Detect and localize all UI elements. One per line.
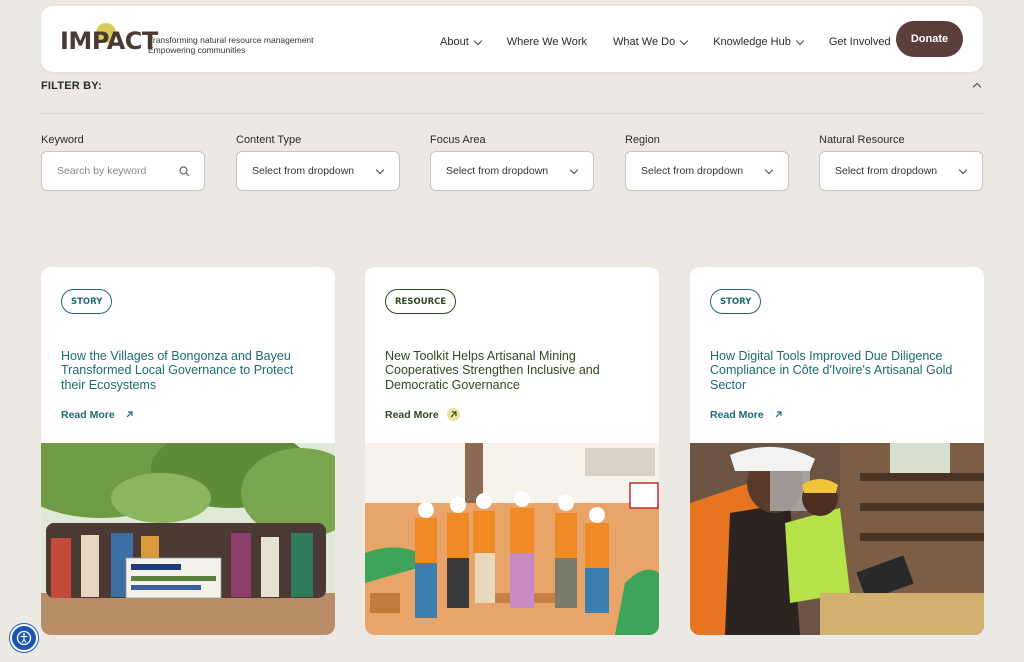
card-title[interactable]: New Toolkit Helps Artisanal Mining Coope…	[385, 349, 645, 392]
content-type-badge: STORY	[61, 289, 113, 314]
tagline-line-1: Transforming natural resource management	[148, 35, 314, 45]
natural-resource-label: Natural Resource	[819, 134, 905, 146]
content-card[interactable]: RESOURCE New Toolkit Helps Artisanal Min…	[365, 267, 659, 635]
read-more-link[interactable]: Read More	[385, 408, 460, 421]
logo-wordmark: IMPACT	[60, 23, 158, 55]
arrow-up-right-icon	[123, 408, 136, 421]
tagline-line-2: Empowering communities	[148, 45, 246, 55]
logo[interactable]: IMPACT	[60, 23, 158, 56]
tagline: Transforming natural resource management…	[148, 35, 314, 55]
content-type-badge: RESOURCE	[385, 289, 457, 314]
nav-item-about[interactable]: About	[440, 36, 482, 48]
read-more-link[interactable]: Read More	[710, 408, 785, 421]
chevron-down-icon	[958, 165, 968, 175]
content-type-select[interactable]: Select from dropdown	[236, 151, 400, 191]
card-image-miners-illustration	[365, 443, 659, 635]
search-input[interactable]: Search by keyword	[41, 151, 205, 191]
chevron-up-icon[interactable]	[972, 82, 982, 92]
donate-button[interactable]: Donate	[896, 21, 963, 57]
region-label: Region	[625, 134, 660, 146]
content-type-badge: STORY	[710, 289, 762, 314]
content-card[interactable]: STORY How the Villages of Bongonza and B…	[41, 267, 335, 635]
chevron-down-icon	[679, 36, 689, 45]
content-card[interactable]: STORY How Digital Tools Improved Due Dil…	[690, 267, 984, 635]
nav-item-where-we-work[interactable]: Where We Work	[507, 36, 587, 48]
read-more-link[interactable]: Read More	[61, 408, 136, 421]
focus-area-label: Focus Area	[430, 134, 486, 146]
chevron-down-icon	[375, 165, 385, 175]
accessibility-button[interactable]	[10, 624, 38, 652]
card-title[interactable]: How the Villages of Bongonza and Bayeu T…	[61, 349, 321, 392]
region-select[interactable]: Select from dropdown	[625, 151, 789, 191]
arrow-up-right-icon	[446, 408, 460, 421]
content-type-label: Content Type	[236, 134, 302, 146]
chevron-down-icon	[569, 165, 579, 175]
nav-item-get-involved[interactable]: Get Involved	[829, 36, 904, 48]
nav-item-what-we-do[interactable]: What We Do	[613, 36, 689, 48]
search-icon	[179, 166, 190, 177]
site-header: IMPACT Transforming natural resource man…	[41, 6, 983, 72]
focus-area-select[interactable]: Select from dropdown	[430, 151, 594, 191]
chevron-down-icon	[473, 36, 482, 45]
card-title[interactable]: How Digital Tools Improved Due Diligence…	[710, 349, 970, 392]
main-nav: About Where We Work What We Do Knowledge…	[440, 36, 929, 48]
chevron-down-icon	[764, 165, 774, 175]
filter-heading: FILTER BY:	[41, 80, 102, 92]
chevron-down-icon	[795, 36, 805, 45]
arrow-up-right-icon	[772, 408, 785, 421]
accessibility-icon	[16, 630, 32, 646]
card-image-digital-tools	[690, 443, 984, 635]
nav-item-knowledge-hub[interactable]: Knowledge Hub	[713, 36, 805, 48]
divider	[41, 113, 983, 114]
search-placeholder: Search by keyword	[57, 165, 147, 177]
card-image-community-group	[41, 443, 335, 635]
keyword-label: Keyword	[41, 134, 84, 146]
natural-resource-select[interactable]: Select from dropdown	[819, 151, 983, 191]
